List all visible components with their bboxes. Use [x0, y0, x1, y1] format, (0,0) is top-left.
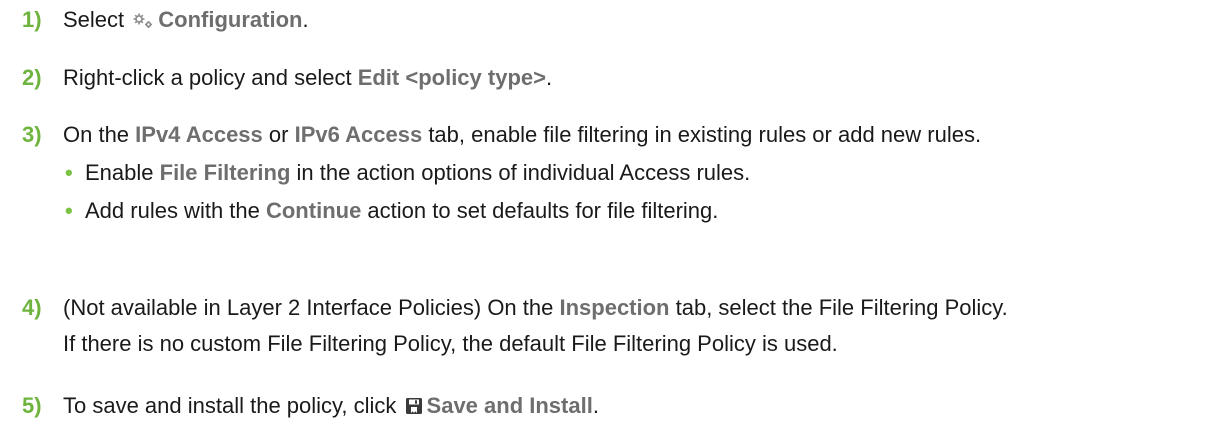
- file-filtering-label: File Filtering: [159, 160, 291, 185]
- step-text: On the IPv4 Access or IPv6 Access tab, e…: [63, 117, 1206, 229]
- step-text: (Not available in Layer 2 Interface Poli…: [63, 290, 1206, 362]
- step-number: 5): [22, 393, 42, 418]
- step-1: 1) Select Configuration.: [22, 2, 1206, 40]
- step-text-post: .: [545, 65, 553, 90]
- configuration-label: Configuration: [158, 7, 303, 32]
- step-number: 1): [22, 7, 42, 32]
- ipv4-access-label: IPv4 Access: [135, 122, 263, 147]
- instruction-document: 1) Select Configuration. 2) Right-click …: [0, 0, 1216, 442]
- step-3: 3) On the IPv4 Access or IPv6 Access tab…: [22, 117, 1206, 229]
- bullet-text-pre: Enable: [85, 160, 160, 185]
- bullet-text-pre: Add rules with the: [85, 198, 266, 223]
- ipv6-access-label: IPv6 Access: [294, 122, 423, 147]
- step-text-post: .: [592, 393, 599, 418]
- step-number: 4): [22, 295, 42, 320]
- step-text-mid: or: [262, 122, 295, 147]
- step-text-pre: Right-click a policy and select: [63, 65, 358, 90]
- bullet-text-post: action to set defaults for file filterin…: [361, 198, 719, 223]
- bullet-icon: •: [65, 160, 73, 185]
- step-text-post: tab, select the File Filtering Policy.: [669, 295, 1008, 320]
- bullet-icon: •: [65, 198, 73, 223]
- step-text-pre: (Not available in Layer 2 Interface Poli…: [63, 295, 560, 320]
- step-5: 5) To save and install the policy, click…: [22, 388, 1206, 426]
- step-text-post: tab, enable file filtering in existing r…: [422, 122, 982, 147]
- step-text: Right-click a policy and select Edit <po…: [63, 60, 1206, 96]
- step-text: To save and install the policy, click Sa…: [63, 388, 1206, 426]
- step-2: 2) Right-click a policy and select Edit …: [22, 60, 1206, 96]
- step-text-pre: On the: [63, 122, 136, 147]
- step-text-post: .: [302, 7, 309, 32]
- bullet-list: • Enable File Filtering in the action op…: [63, 155, 1206, 229]
- step-4: 4) (Not available in Layer 2 Interface P…: [22, 290, 1206, 362]
- save-and-install-icon: [405, 390, 423, 426]
- gears-icon: [132, 4, 154, 40]
- step-text-line2: If there is no custom File Filtering Pol…: [63, 331, 838, 356]
- inspection-label: Inspection: [559, 295, 670, 320]
- bullet-item: • Add rules with the Continue action to …: [63, 193, 1206, 229]
- bullet-text-post: in the action options of individual Acce…: [290, 160, 751, 185]
- save-and-install-label: Save and Install: [426, 393, 593, 418]
- bullet-item: • Enable File Filtering in the action op…: [63, 155, 1206, 191]
- step-text-pre: Select: [63, 7, 131, 32]
- step-number: 3): [22, 122, 42, 147]
- step-text: Select Configuration.: [63, 2, 1206, 40]
- step-number: 2): [22, 65, 42, 90]
- continue-label: Continue: [265, 198, 362, 223]
- edit-policy-type-label: Edit <policy type>: [357, 65, 546, 90]
- step-text-pre: To save and install the policy, click: [63, 393, 403, 418]
